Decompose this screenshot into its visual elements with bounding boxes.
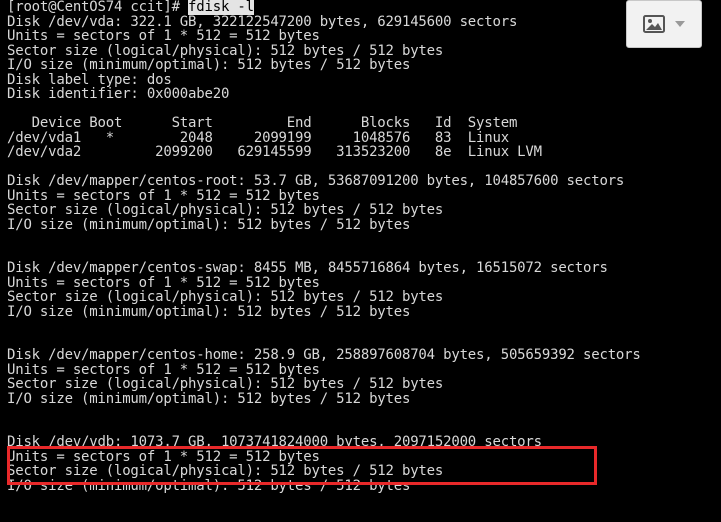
shell-prompt: [root@CentOS74 ccit]# [7,0,189,15]
output-line: Units = sectors of 1 * 512 = 512 bytes [7,361,320,378]
image-menu-button[interactable] [626,0,702,48]
output-line: I/O size (minimum/optimal): 512 bytes / … [7,303,411,320]
output-line: I/O size (minimum/optimal): 512 bytes / … [7,477,411,494]
output-line: I/O size (minimum/optimal): 512 bytes / … [7,216,411,233]
output-line: Units = sectors of 1 * 512 = 512 bytes [7,28,320,44]
output-line: Disk identifier: 0x000abe20 [7,86,230,102]
output-lines: Disk /dev/vda: 322.1 GB, 322122547200 by… [7,13,721,494]
output-line: Disk /dev/vda: 322.1 GB, 322122547200 by… [7,13,518,30]
chevron-down-icon [675,21,685,27]
output-line: /dev/vda2 2099200 629145599 313523200 8e… [7,144,542,160]
command-text: fdisk -l [188,0,254,15]
terminal-window[interactable]: [root@CentOS74 ccit]# fdisk -l Disk /dev… [0,0,721,522]
output-line: Sector size (logical/physical): 512 byte… [7,289,444,305]
output-line: /dev/vda1 * 2048 2099199 1048576 83 Linu… [7,129,509,146]
output-line: Units = sectors of 1 * 512 = 512 bytes [7,448,320,465]
terminal-output: [root@CentOS74 ccit]# fdisk -l Disk /dev… [7,0,721,522]
output-line: Units = sectors of 1 * 512 = 512 bytes [7,187,320,204]
output-line: Sector size (logical/physical): 512 byte… [7,463,444,479]
prompt-line: [root@CentOS74 ccit]# fdisk -l [7,0,721,15]
image-icon [643,15,665,33]
output-line: Sector size (logical/physical): 512 byte… [7,202,444,218]
output-line: Disk /dev/vdb: 1073.7 GB, 1073741824000 … [7,434,542,450]
output-line: Disk /dev/mapper/centos-swap: 8455 MB, 8… [7,260,608,276]
output-line: Sector size (logical/physical): 512 byte… [7,376,444,392]
output-line: I/O size (minimum/optimal): 512 bytes / … [7,390,411,407]
output-line: Sector size (logical/physical): 512 byte… [7,42,444,59]
output-line: I/O size (minimum/optimal): 512 bytes / … [7,57,411,73]
output-line: Units = sectors of 1 * 512 = 512 bytes [7,274,320,291]
output-line: Disk label type: dos [7,71,172,88]
output-line: Disk /dev/mapper/centos-home: 258.9 GB, … [7,347,641,363]
output-line: Device Boot Start End Blocks Id System [7,115,518,131]
output-line: Disk /dev/mapper/centos-root: 53.7 GB, 5… [7,173,625,189]
